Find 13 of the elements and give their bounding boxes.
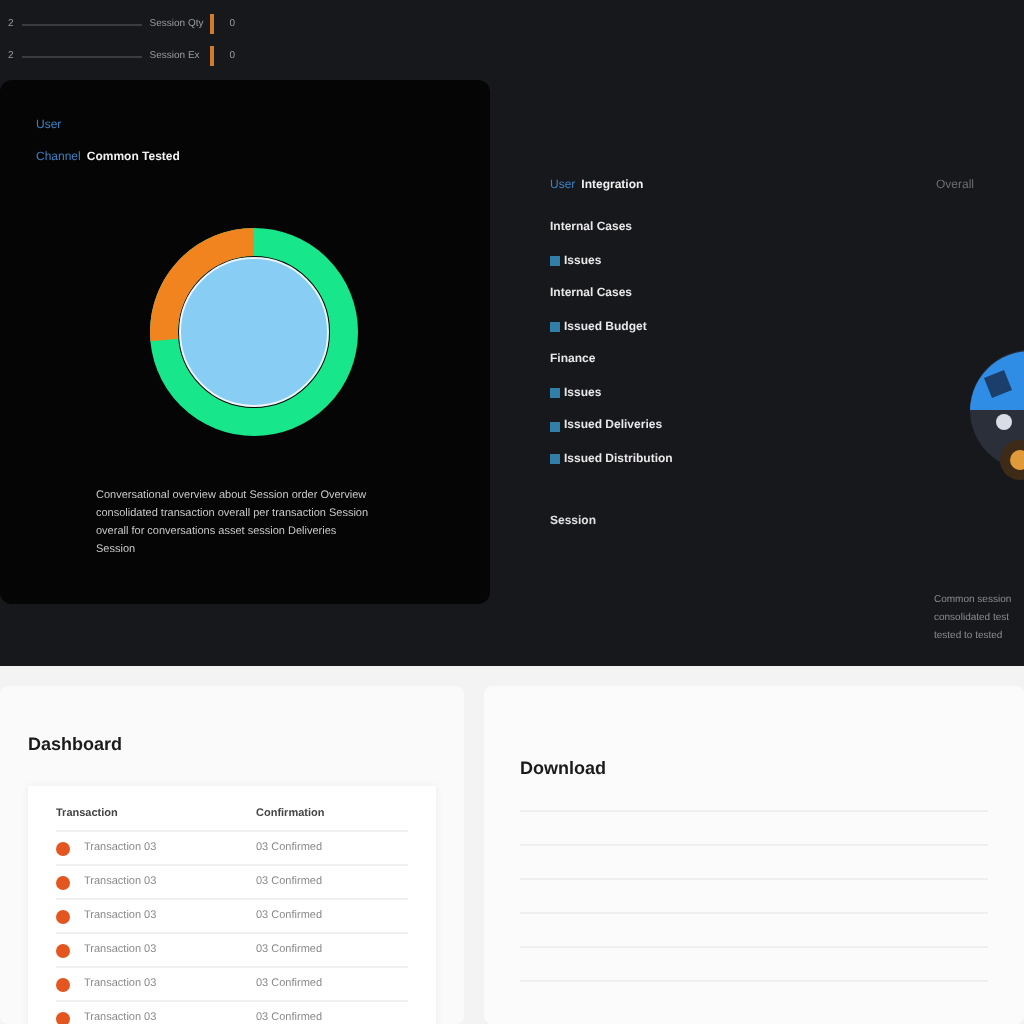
status-icon [56, 841, 70, 855]
download-title: Download [520, 758, 608, 778]
status-icon [56, 943, 70, 957]
status-icon [56, 977, 70, 991]
dashboard-title: Dashboard [28, 734, 125, 754]
status-icon [56, 909, 70, 923]
tag-icon [550, 256, 560, 266]
tag-icon [550, 421, 560, 431]
status-icon [56, 1011, 70, 1024]
status-icon [56, 875, 70, 889]
tag-icon [550, 388, 560, 398]
tag-icon [550, 322, 560, 332]
tag-icon [550, 454, 560, 464]
